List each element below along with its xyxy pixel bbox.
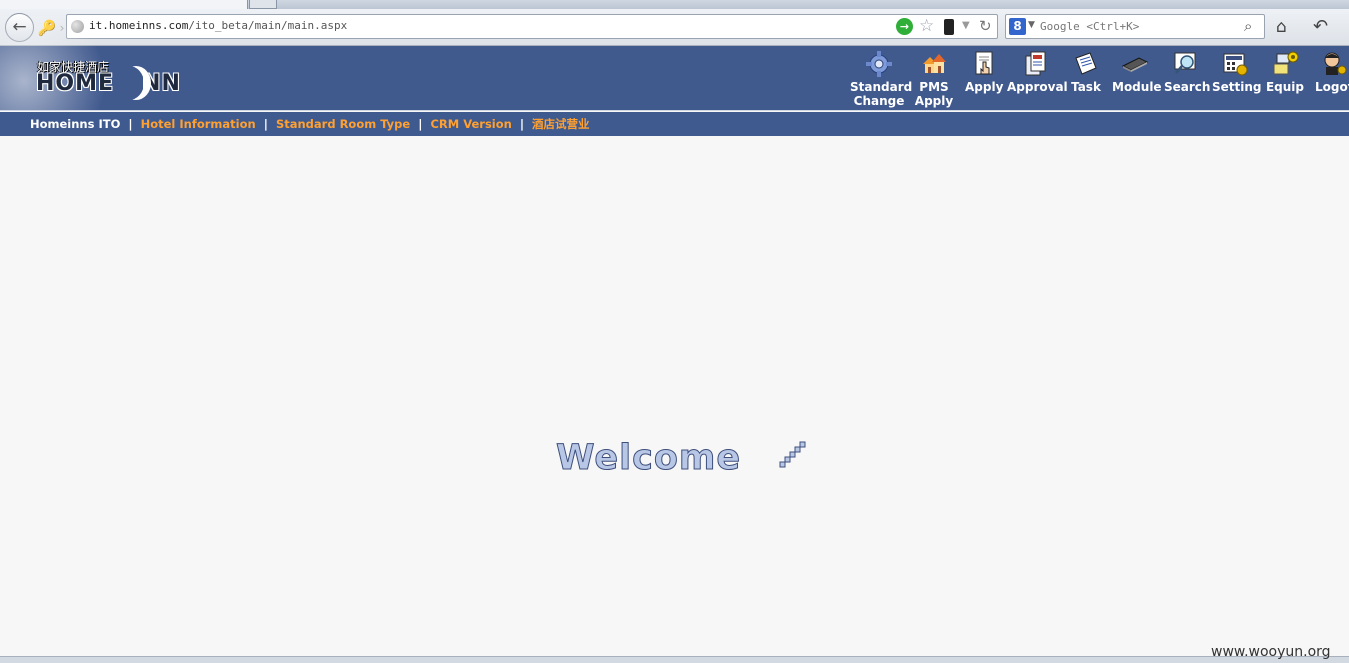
nav-task[interactable]: Task [1067,46,1105,111]
equipment-icon [1273,51,1299,75]
nav-label-line2: Task [1071,80,1101,94]
nav-setting[interactable]: Setting [1212,46,1262,111]
nav-label-line2: Module [1112,80,1162,94]
search-placeholder[interactable]: Google <Ctrl+K> [1040,20,1139,33]
houses-icon [923,54,946,73]
url-path: /ito_beta/main/main.aspx [188,19,348,32]
nav-label-line2: Apply [965,80,1004,94]
task-notes-icon [1075,52,1097,75]
magnifier-icon [1174,52,1196,74]
browser-toolbar: ← 🔑 › it.homeinns.com/ito_beta/main/main… [0,9,1349,46]
nav-approval[interactable]: Approval [1007,46,1068,111]
logo-text: HOME NN [36,71,181,96]
search-bar[interactable]: 8 ▼ Google <Ctrl+K> ⌕ [1005,14,1265,39]
logo-text-inn: NN [142,71,181,96]
crumb-separator: | [128,117,133,131]
nav-label-line1: Standard [850,80,913,94]
bookmark-star-icon[interactable]: ☆ [919,16,934,36]
mobile-device-icon[interactable] [944,19,954,35]
search-icon[interactable]: ⌕ [1244,17,1252,35]
nav-standard-change[interactable]: Standard Change [850,46,913,111]
logo-moon-icon [114,66,144,100]
search-engine-dropdown-icon[interactable]: ▼ [1028,20,1035,30]
welcome-text: Welcome [556,438,742,479]
dropdown-arrow-icon[interactable]: ▼ [962,20,970,31]
home-icon[interactable]: ⌂ [1276,17,1287,37]
nav-label-line2: Equip [1265,80,1305,94]
reload-icon[interactable]: ↻ [979,17,992,35]
nav-pms-apply[interactable]: PMS Apply [913,46,955,111]
address-bar[interactable]: it.homeinns.com/ito_beta/main/main.aspx … [66,14,998,39]
nav-label-line2: Approval [1007,80,1068,94]
nav-label-line2: Logof [1315,80,1349,94]
sub-navigation: Homeinns ITO | Hotel Information | Stand… [0,112,1349,136]
nav-logoff[interactable]: Logof [1314,46,1349,111]
main-content: Welcome [0,136,1349,656]
link-standard-room-type[interactable]: Standard Room Type [276,117,410,131]
new-tab-button[interactable] [249,0,277,9]
search-engine-icon[interactable]: 8 [1009,18,1026,35]
nav-search[interactable]: Search [1164,46,1211,111]
browser-tab-strip [0,0,1349,9]
app-header: 如家快捷酒店 HOME NN Standard Change PMS Apply… [0,16,1349,146]
nav-equip[interactable]: Equip [1265,46,1305,111]
link-hotel-trial-operation[interactable]: 酒店试营业 [532,117,590,131]
crumb-separator: | [263,117,268,131]
browser-status-bar [0,656,1349,663]
go-arrow-icon[interactable]: → [896,18,913,35]
nav-module[interactable]: Module [1112,46,1162,111]
logo-text-home: HOME [36,71,115,96]
nav-label-line1: PMS [919,80,949,94]
settings-calculator-icon [1223,53,1248,76]
nav-label-line2: Search [1164,80,1211,94]
nav-label-line2: Change [853,94,905,108]
header-divider [0,110,1349,111]
gear-icon [866,51,892,77]
memory-chip-icon [1121,57,1149,72]
link-hotel-information[interactable]: Hotel Information [141,117,256,131]
browser-tab-active[interactable] [0,0,248,9]
nav-label-line2: Apply [914,94,954,108]
link-crm-version[interactable]: CRM Version [430,117,511,131]
watermark-text: www.wooyun.org [1211,644,1331,660]
nav-label-line2: Setting [1212,80,1262,94]
undo-icon[interactable]: ↶ [1313,16,1328,37]
approval-document-icon [1025,51,1046,76]
welcome-banner: Welcome [556,438,808,480]
crumb-home[interactable]: Homeinns ITO [30,117,120,131]
apply-document-icon [975,51,993,75]
nav-apply[interactable]: Apply [965,46,1003,111]
lightning-icon [779,441,806,468]
address-text[interactable]: it.homeinns.com/ito_beta/main/main.aspx [89,19,347,32]
crumb-separator: | [418,117,423,131]
logoff-user-icon [1324,52,1347,75]
crumb-separator: | [519,117,525,131]
